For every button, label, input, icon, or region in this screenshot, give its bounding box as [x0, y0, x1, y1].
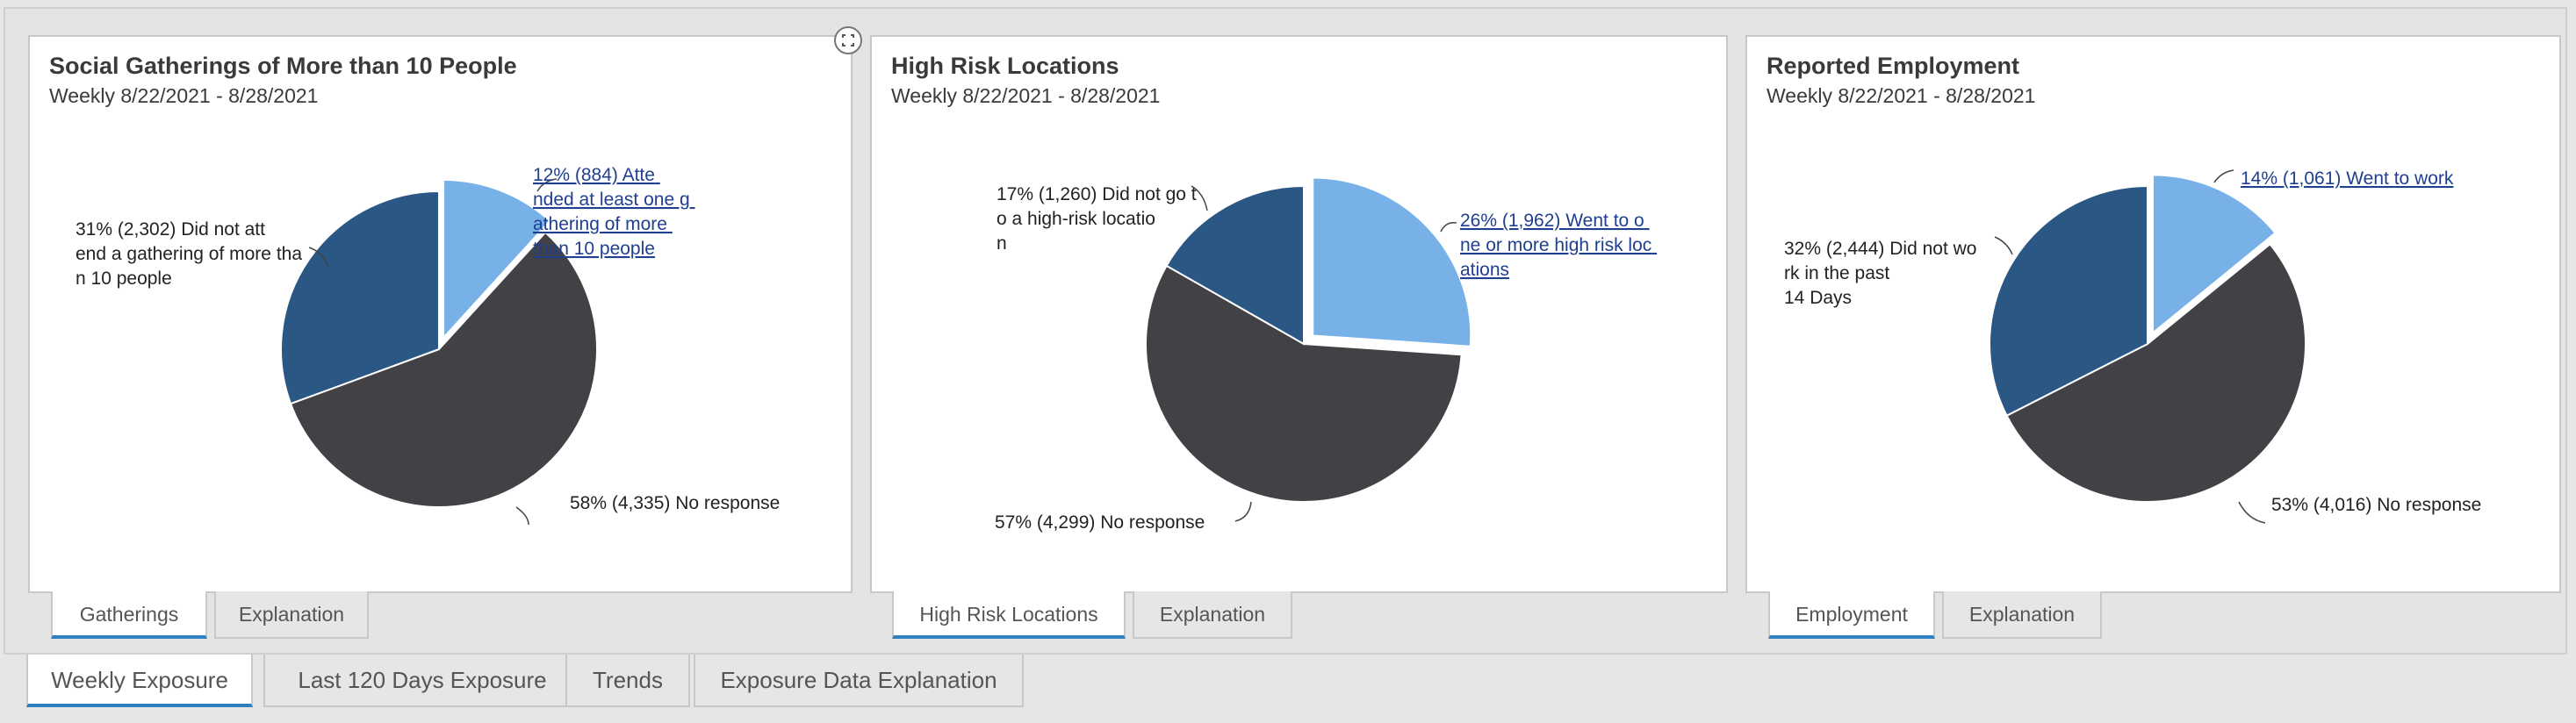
slice-label-attended[interactable]: 12% (884) Atte nded at least one g ather…: [533, 165, 695, 259]
tab-trends[interactable]: Trends: [565, 655, 690, 707]
slice-label-did-not-go: 17% (1,260) Did not go t o a high-risk l…: [997, 184, 1201, 254]
tab-employment-explanation[interactable]: Explanation: [1942, 591, 2102, 639]
leader-line: [1440, 221, 1457, 233]
slice-went-high-risk[interactable]: [1312, 176, 1472, 347]
leader-line: [515, 506, 529, 526]
tab-high-risk-locations[interactable]: High Risk Locations: [892, 591, 1126, 639]
slice-label-did-not-work: 32% (2,444) Did not wo rk in the past 14…: [1784, 239, 1982, 308]
high-risk-pie-chart: 17% (1,260) Did not go t o a high-risk l…: [995, 176, 1657, 533]
slice-label-did-not-attend: 31% (2,302) Did not att end a gathering …: [76, 219, 307, 289]
expand-button[interactable]: [834, 26, 862, 54]
leader-line: [2238, 501, 2266, 524]
slice-label-no-response: 58% (4,335) No response: [570, 493, 780, 513]
tab-gatherings-explanation[interactable]: Explanation: [214, 591, 369, 639]
tab-gatherings[interactable]: Gatherings: [51, 591, 207, 639]
slice-label-went-high-risk[interactable]: 26% (1,962) Went to o ne or more high ri…: [1460, 211, 1657, 280]
tab-high-risk-explanation[interactable]: Explanation: [1133, 591, 1292, 639]
tab-last-120-days-exposure[interactable]: Last 120 Days Exposure: [263, 655, 581, 707]
leader-line: [2213, 169, 2234, 183]
slice-label-went-to-work[interactable]: 14% (1,061) Went to work: [2241, 168, 2454, 189]
tab-exposure-data-explanation[interactable]: Exposure Data Explanation: [694, 655, 1024, 707]
slice-label-no-response: 53% (4,016) No response: [2271, 495, 2481, 515]
tab-weekly-exposure[interactable]: Weekly Exposure: [26, 655, 253, 707]
high-risk-chart-panel: High Risk Locations Weekly 8/22/2021 - 8…: [870, 35, 1728, 593]
gatherings-pie-chart: 12% (884) Atte nded at least one g ather…: [76, 165, 780, 526]
gatherings-chart-panel: Social Gatherings of More than 10 People…: [28, 35, 853, 593]
slice-label-no-response: 57% (4,299) No response: [995, 512, 1205, 533]
employment-chart-panel: Reported Employment Weekly 8/22/2021 - 8…: [1745, 35, 2561, 593]
leader-line: [1994, 236, 2013, 255]
employment-pie-chart: 32% (2,444) Did not wo rk in the past 14…: [1784, 168, 2481, 524]
expand-icon: [842, 34, 854, 47]
dashboard-frame: Social Gatherings of More than 10 People…: [4, 7, 2567, 655]
tab-employment[interactable]: Employment: [1768, 591, 1935, 639]
leader-line: [1234, 501, 1252, 522]
